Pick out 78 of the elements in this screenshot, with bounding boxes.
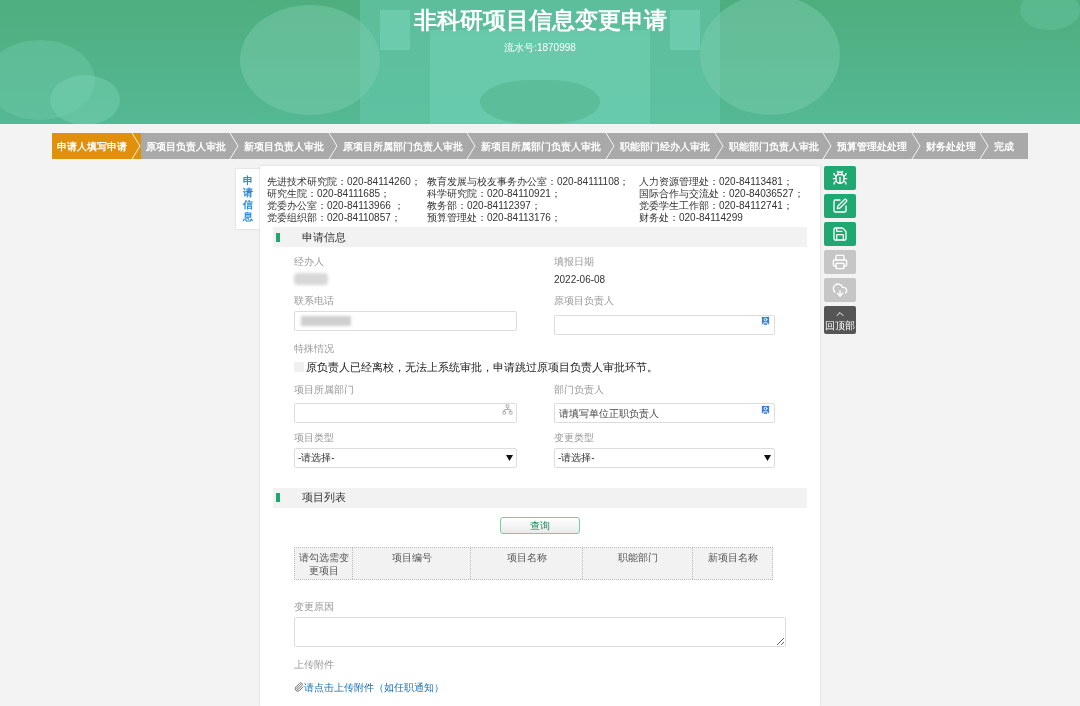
toolbar-button[interactable]	[824, 194, 856, 218]
table-header-cell-text: 请勾选需变更项目	[297, 550, 350, 578]
field-value: 2022-06-08	[554, 273, 607, 287]
contact-entry: 教育发展与校友事务办公室：020-84111108；	[427, 176, 631, 188]
table-header-cell: 职能部门	[582, 547, 692, 579]
chevron-icon	[604, 133, 615, 159]
person-icon[interactable]	[760, 403, 771, 415]
process-step[interactable]: 职能部门负责人审批	[723, 133, 833, 159]
contact-entry: 预算管理处：020-84113176；	[427, 212, 562, 224]
contact-entry: 先进技术研究院：020-84114260；	[267, 176, 422, 188]
checkbox-label: 原负责人已经离校，无法上系统审批，申请跳过原项目负责人审批环节。	[306, 360, 658, 375]
edit-icon	[832, 198, 848, 214]
chevron-icon	[130, 133, 141, 159]
query-button[interactable]: 查询	[500, 516, 580, 534]
chevron-icon	[910, 133, 921, 159]
toolbar-button[interactable]	[824, 166, 856, 190]
picker-field[interactable]	[554, 314, 775, 335]
field-label: 变更类型	[554, 430, 595, 445]
field-label: 填报日期	[554, 255, 595, 269]
chevron-icon	[822, 133, 833, 159]
picker-field[interactable]: 请填写单位正职负责人	[554, 403, 775, 423]
chevron-icon	[713, 133, 724, 159]
field-label: 部门负责人	[554, 382, 605, 397]
chevron-icon	[466, 133, 477, 159]
contact-entry: 财务处：020-84114299	[639, 212, 744, 224]
select-field[interactable]: -请选择-	[554, 447, 775, 468]
chevron-icon	[229, 133, 240, 159]
caret-icon	[506, 454, 513, 461]
serial-number: 流水号:1870998	[504, 41, 576, 55]
contact-entry: 人力资源管理处：020-84113481；	[639, 176, 794, 188]
back-to-top-button[interactable]: 回顶部	[824, 306, 856, 334]
process-step[interactable]: 新项目负责人审批	[239, 133, 338, 159]
contact-entry: 科学研究院：020-84110921；	[427, 188, 562, 200]
table-header-cell: 项目名称	[470, 547, 582, 579]
cloud-download-icon	[832, 282, 848, 298]
contact-entry: 教务部：020-84112397；	[427, 200, 542, 212]
table-header-cell: 项目编号	[352, 547, 470, 579]
org-chart-icon[interactable]	[502, 403, 513, 415]
picker-field[interactable]	[294, 403, 517, 423]
process-step[interactable]: 职能部门经办人审批	[614, 133, 724, 159]
contact-entry: 国际合作与交流处：020-84036527；	[639, 188, 805, 200]
process-step[interactable]: 预算管理处处理	[832, 133, 921, 159]
field-label: 项目所属部门	[294, 382, 355, 397]
field-label: 特殊情况	[294, 342, 335, 356]
reason-textarea[interactable]	[294, 616, 786, 647]
contact-entry: 党委办公室：020-84113966 ；	[267, 200, 405, 212]
contact-entry: 研究生院：020-84111685；	[267, 188, 392, 200]
field-label: 原项目负责人	[554, 294, 615, 308]
page-title: 非科研项目信息变更申请	[413, 6, 667, 35]
process-step[interactable]: 原项目所属部门负责人审批	[337, 133, 477, 159]
section-title: 项目列表	[302, 490, 346, 506]
process-step[interactable]: 申请人填写申请	[52, 133, 141, 159]
input-field[interactable]	[294, 311, 517, 331]
process-step[interactable]: 原项目负责人审批	[140, 133, 240, 159]
side-tab[interactable]: 申请信息	[236, 169, 260, 229]
field-label: 上传附件	[294, 657, 335, 672]
field-label: 变更原因	[294, 599, 335, 614]
upload-link[interactable]: 请点击上传附件（如任职通知）	[304, 679, 444, 695]
chevron-icon	[327, 133, 338, 159]
contact-entry: 党委学生工作部：020-84112741；	[639, 200, 794, 212]
table-header-cell: 新项目名称	[692, 547, 772, 579]
bug-icon	[832, 170, 848, 186]
field-label: 项目类型	[294, 430, 335, 445]
process-step[interactable]: 新项目所属部门负责人审批	[476, 133, 615, 159]
caret-icon	[764, 454, 771, 461]
field-label: 经办人	[294, 255, 325, 269]
chevron-icon	[979, 133, 990, 159]
select-field[interactable]: -请选择-	[294, 447, 517, 468]
toolbar-button[interactable]	[824, 222, 856, 246]
process-step[interactable]: 完成	[989, 133, 1028, 159]
process-step[interactable]: 财务处处理	[920, 133, 990, 159]
section-title: 申请信息	[302, 229, 346, 245]
contact-entry: 党委组织部：020-84110857；	[267, 212, 402, 224]
field-label: 联系电话	[294, 294, 335, 308]
save-icon	[832, 226, 848, 242]
attachment-icon	[294, 682, 304, 692]
print-icon	[832, 254, 848, 270]
person-icon[interactable]	[760, 315, 771, 326]
